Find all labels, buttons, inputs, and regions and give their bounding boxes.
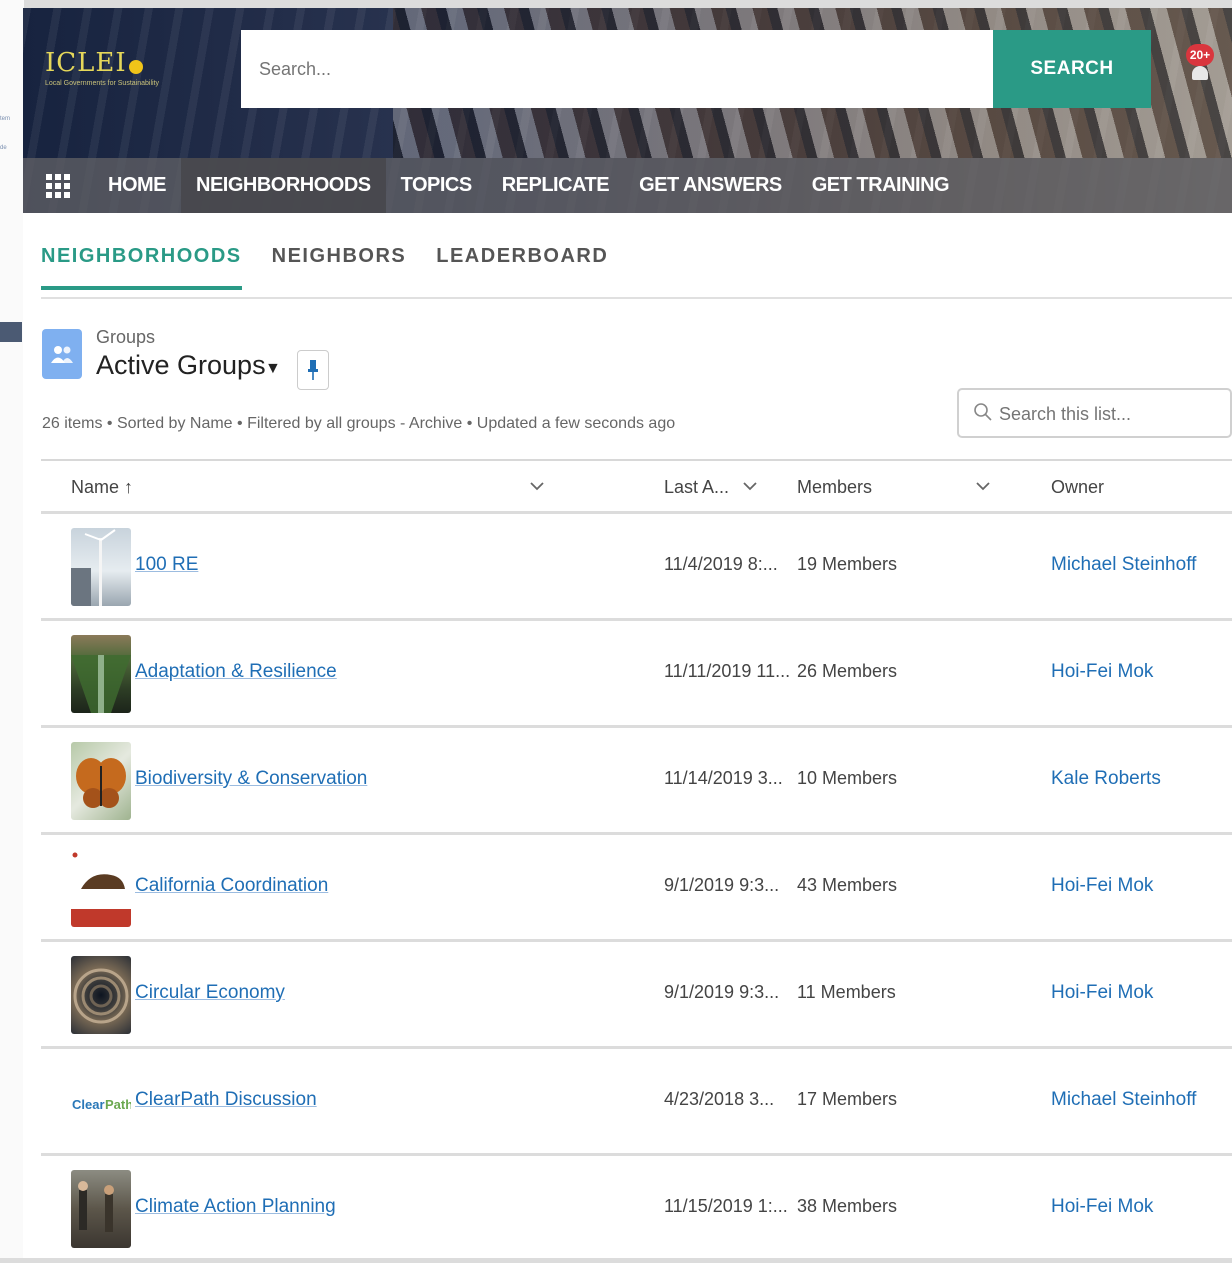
table-header: Name ↑ Last A... Members Owner [41, 461, 1232, 514]
tabs-divider [41, 297, 1232, 299]
group-name-link[interactable]: California Coordination [135, 875, 328, 897]
sort-ascending-icon: ↑ [124, 477, 134, 497]
column-header-last-activity[interactable]: Last A... [664, 477, 729, 498]
main-nav: HOME NEIGHBORHOODS TOPICS REPLICATE GET … [23, 158, 1232, 213]
group-thumbnail-green-roof[interactable] [71, 635, 131, 713]
last-activity-cell: 4/23/2018 3... [664, 1089, 775, 1109]
list-meta-info: 26 items • Sorted by Name • Filtered by … [42, 415, 676, 432]
bell-icon [1192, 66, 1208, 80]
logo-dot-icon [128, 59, 143, 74]
column-header-name[interactable]: Name ↑ [71, 477, 133, 498]
members-cell: 11 Members [797, 982, 896, 1002]
pin-list-button[interactable] [297, 350, 329, 390]
group-name-link[interactable]: ClearPath Discussion [135, 1089, 317, 1111]
last-activity-cell: 11/4/2019 8:... [664, 554, 778, 574]
group-name-link[interactable]: Biodiversity & Conservation [135, 768, 367, 790]
global-search-input[interactable] [241, 30, 993, 108]
groups-icon [42, 329, 82, 379]
waffle-icon [46, 173, 70, 198]
members-cell: 17 Members [797, 1089, 898, 1109]
svg-text:Path: Path [105, 1097, 131, 1112]
table-row: Biodiversity & Conservation 11/14/2019 3… [41, 728, 1232, 835]
search-button[interactable]: SEARCH [993, 30, 1151, 108]
last-activity-cell: 11/15/2019 1:... [664, 1196, 788, 1216]
background-browser-icon [0, 322, 22, 342]
logo-subtitle: Local Governments for Sustainability [45, 80, 159, 87]
background-window-strip: tem de [0, 0, 24, 1258]
group-thumbnail-california-flag[interactable] [71, 849, 131, 927]
group-name-link[interactable]: 100 RE [135, 554, 198, 576]
column-header-owner[interactable]: Owner [1051, 477, 1104, 498]
notification-badge: 20+ [1186, 44, 1214, 66]
list-search-field[interactable] [957, 388, 1232, 438]
table-row: 100 RE 11/4/2019 8:... 19 Members Michae… [41, 514, 1232, 621]
column-menu-chevron-icon[interactable] [530, 479, 544, 493]
group-name-link[interactable]: Climate Action Planning [135, 1196, 336, 1218]
nav-item-home[interactable]: HOME [93, 158, 181, 213]
pin-icon [308, 360, 318, 380]
site-header: ICLEI Local Governments for Sustainabili… [23, 8, 1232, 213]
owner-link[interactable]: Michael Steinhoff [1051, 554, 1196, 576]
table-row: California Coordination 9/1/2019 9:3... … [41, 835, 1232, 942]
table-row: Adaptation & Resilience 11/11/2019 11...… [41, 621, 1232, 728]
column-header-members[interactable]: Members [797, 477, 872, 498]
logo-text: ICLEI [45, 48, 127, 78]
members-cell: 26 Members [797, 661, 898, 681]
last-activity-cell: 11/11/2019 11... [664, 661, 791, 681]
group-thumbnail-butterfly[interactable] [71, 742, 131, 820]
background-text-fragment: de [0, 145, 7, 151]
list-search-input[interactable] [997, 390, 1231, 438]
last-activity-cell: 9/1/2019 9:3... [664, 875, 780, 895]
tab-neighborhoods[interactable]: NEIGHBORHOODS [41, 245, 242, 290]
nav-item-replicate[interactable]: REPLICATE [487, 158, 624, 213]
background-text-fragment: tem [0, 116, 11, 122]
group-thumbnail-wind-turbine[interactable] [71, 528, 131, 606]
iclei-logo[interactable]: ICLEI Local Governments for Sustainabili… [45, 48, 205, 100]
table-row: Climate Action Planning 11/15/2019 1:...… [41, 1156, 1232, 1263]
owner-link[interactable]: Michael Steinhoff [1051, 1089, 1196, 1111]
owner-link[interactable]: Hoi-Fei Mok [1051, 661, 1153, 683]
table-row: Circular Economy 9/1/2019 9:3... 11 Memb… [41, 942, 1232, 1049]
list-view-title[interactable]: Active Groups [96, 350, 266, 381]
column-menu-chevron-icon[interactable] [976, 479, 990, 493]
chevron-down-icon[interactable]: ▼ [265, 360, 281, 378]
members-cell: 19 Members [797, 554, 898, 574]
content-tabs: NEIGHBORHOODS NEIGHBORS LEADERBOARD [41, 245, 638, 290]
members-cell: 43 Members [797, 875, 898, 895]
app-launcher-button[interactable] [23, 158, 93, 213]
nav-item-topics[interactable]: TOPICS [386, 158, 487, 213]
tab-leaderboard[interactable]: LEADERBOARD [436, 245, 608, 290]
group-name-link[interactable]: Circular Economy [135, 982, 285, 1004]
table-row: Clear Path ClearPath Discussion 4/23/2018… [41, 1049, 1232, 1156]
last-activity-cell: 9/1/2019 9:3... [664, 982, 780, 1002]
notifications-button[interactable]: 20+ [1186, 44, 1214, 84]
members-cell: 10 Members [797, 768, 898, 788]
group-thumbnail-people-street[interactable] [71, 1170, 131, 1248]
owner-link[interactable]: Hoi-Fei Mok [1051, 1196, 1153, 1218]
nav-item-get-answers[interactable]: GET ANSWERS [624, 158, 797, 213]
owner-link[interactable]: Kale Roberts [1051, 768, 1161, 790]
owner-link[interactable]: Hoi-Fei Mok [1051, 982, 1153, 1004]
members-cell: 38 Members [797, 1196, 898, 1216]
column-menu-chevron-icon[interactable] [743, 479, 757, 493]
group-thumbnail-spiral-staircase[interactable] [71, 956, 131, 1034]
tab-neighbors[interactable]: NEIGHBORS [272, 245, 407, 290]
group-name-link[interactable]: Adaptation & Resilience [135, 661, 337, 683]
nav-item-neighborhoods[interactable]: NEIGHBORHOODS [181, 158, 386, 213]
last-activity-cell: 11/14/2019 3... [664, 768, 783, 788]
nav-item-get-training[interactable]: GET TRAINING [797, 158, 964, 213]
owner-link[interactable]: Hoi-Fei Mok [1051, 875, 1153, 897]
main-content: NEIGHBORHOODS NEIGHBORS LEADERBOARD Grou… [23, 213, 1232, 1258]
search-icon [974, 403, 992, 421]
svg-text:Clear: Clear [72, 1097, 105, 1112]
group-thumbnail-clearpath-logo[interactable]: Clear Path [71, 1063, 131, 1141]
object-label: Groups [96, 327, 156, 347]
